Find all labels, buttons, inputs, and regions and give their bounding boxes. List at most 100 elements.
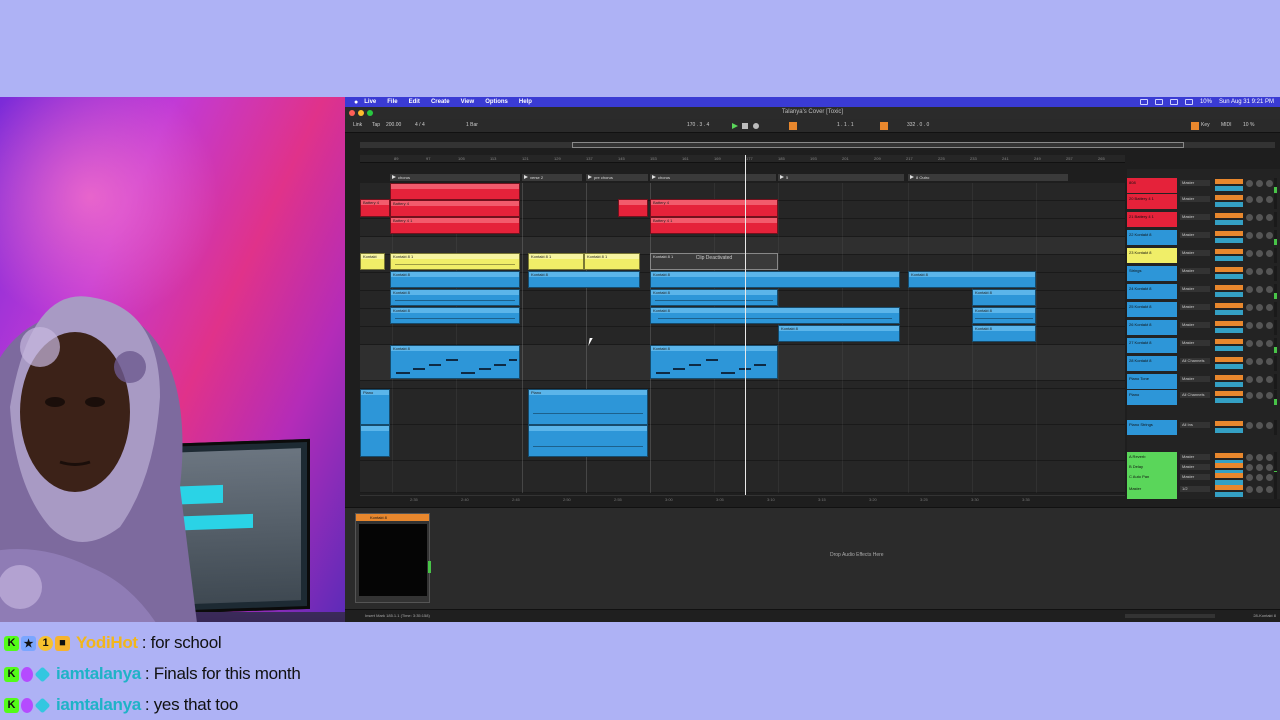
clip-blue[interactable]: Piano	[528, 389, 648, 425]
track-button[interactable]	[1266, 464, 1273, 471]
volume-field[interactable]	[1215, 231, 1243, 236]
mixer-track[interactable]: 20 Battery 4 1 Master	[1127, 193, 1280, 210]
track-name[interactable]: 25 Kontakt 8	[1127, 302, 1177, 317]
locator[interactable]: verse 2	[522, 174, 582, 181]
track-button[interactable]	[1246, 196, 1253, 203]
track-button[interactable]	[1256, 268, 1263, 275]
track-button[interactable]	[1256, 454, 1263, 461]
key-button[interactable]: Key	[1201, 122, 1210, 128]
track-button[interactable]	[1266, 376, 1273, 383]
output-select[interactable]: All Channels	[1180, 392, 1210, 398]
volume-field[interactable]	[1215, 249, 1243, 254]
overdub-icon[interactable]	[789, 122, 797, 130]
track-button[interactable]	[1256, 286, 1263, 293]
volume-field[interactable]	[1215, 179, 1243, 184]
volume-field[interactable]	[1215, 267, 1243, 272]
menu-options[interactable]: Options	[485, 99, 508, 105]
output-select[interactable]: Master	[1180, 464, 1210, 470]
pan-field[interactable]	[1215, 202, 1243, 207]
arrangement-view[interactable]: Battery 4 Battery 4 Battery 4 1 Battery …	[360, 183, 1125, 493]
volume-field[interactable]	[1215, 303, 1243, 308]
track-button[interactable]	[1256, 304, 1263, 311]
clock[interactable]: Sun Aug 31 9:21 PM	[1219, 99, 1274, 105]
track-name[interactable]: Piano Tone	[1127, 374, 1177, 389]
clip-red[interactable]: Battery 4 1	[390, 217, 520, 234]
mixer-track[interactable]: 28 Kontakt 8 All Channels	[1127, 355, 1280, 372]
locator[interactable]: 8 Outro	[908, 174, 1068, 181]
clip-blue[interactable]: Kontakt 8	[908, 271, 1036, 288]
clip-blue[interactable]: Kontakt 8	[650, 307, 900, 324]
track-button[interactable]	[1266, 486, 1273, 493]
clip-blue[interactable]: Kontakt 8	[528, 271, 640, 288]
chat-username[interactable]: YodiHot	[76, 633, 138, 653]
output-select[interactable]: Master	[1180, 322, 1210, 328]
device-kontakt[interactable]: Kontakt 8	[355, 513, 431, 603]
mixer-track[interactable]: Piano Strings All Ins	[1127, 419, 1280, 436]
mixer-track[interactable]: Strings Master	[1127, 265, 1280, 282]
track-button[interactable]	[1246, 392, 1253, 399]
track-button[interactable]	[1246, 422, 1253, 429]
output-select[interactable]: Master	[1180, 376, 1210, 382]
track-button[interactable]	[1266, 340, 1273, 347]
output-select[interactable]: Master	[1180, 304, 1210, 310]
track-button[interactable]	[1246, 340, 1253, 347]
pan-field[interactable]	[1215, 292, 1243, 297]
pan-field[interactable]	[1215, 186, 1243, 191]
drop-zone-text[interactable]: Drop Audio Effects Here	[830, 552, 884, 558]
clip-blue[interactable]: Piano	[360, 389, 390, 425]
output-select[interactable]: Master	[1180, 268, 1210, 274]
output-select[interactable]: Master	[1180, 250, 1210, 256]
zoom-slider[interactable]	[1125, 614, 1215, 618]
mixer-track[interactable]: 808 Master	[1127, 177, 1280, 194]
quantize-select[interactable]: 1 Bar	[466, 122, 478, 128]
track-button[interactable]	[1266, 196, 1273, 203]
output-select[interactable]: Master	[1180, 180, 1210, 186]
midi-button[interactable]: MIDI	[1221, 122, 1232, 128]
chat-username[interactable]: iamtalanya	[56, 695, 141, 715]
clip-blue[interactable]: Kontakt 8	[390, 307, 520, 324]
mixer-track[interactable]: Piano All Channels	[1127, 389, 1280, 406]
track-button[interactable]	[1266, 322, 1273, 329]
clip-blue[interactable]	[528, 425, 648, 457]
clip-blue[interactable]	[360, 425, 390, 457]
volume-field[interactable]	[1215, 421, 1243, 426]
pan-field[interactable]	[1215, 220, 1243, 225]
volume-field[interactable]	[1215, 485, 1243, 490]
track-name[interactable]: 24 Kontakt 8	[1127, 284, 1177, 299]
track-lane[interactable]	[360, 425, 1125, 461]
track-name[interactable]: 27 Kontakt 8	[1127, 338, 1177, 353]
track-name[interactable]: Piano	[1127, 390, 1177, 405]
track-button[interactable]	[1266, 454, 1273, 461]
track-button[interactable]	[1246, 232, 1253, 239]
track-name[interactable]: 23 Kontakt 8	[1127, 248, 1177, 263]
track-name[interactable]: 26 Kontakt 8	[1127, 320, 1177, 335]
track-lane[interactable]	[360, 381, 1125, 389]
clip-red[interactable]	[390, 183, 520, 200]
stop-icon[interactable]	[742, 123, 748, 129]
track-button[interactable]	[1256, 180, 1263, 187]
locator[interactable]: chorus	[390, 174, 520, 181]
track-button[interactable]	[1246, 486, 1253, 493]
pan-field[interactable]	[1215, 310, 1243, 315]
pan-field[interactable]	[1215, 382, 1243, 387]
track-button[interactable]	[1246, 268, 1253, 275]
mixer-track[interactable]: 22 Kontakt 8 Master	[1127, 229, 1280, 246]
loop-icon[interactable]	[880, 122, 888, 130]
output-select[interactable]: Master	[1180, 474, 1210, 480]
locator[interactable]: pre chorus	[586, 174, 648, 181]
volume-field[interactable]	[1215, 391, 1243, 396]
track-name[interactable]: Master	[1127, 484, 1177, 499]
chat-username[interactable]: iamtalanya	[56, 664, 141, 684]
volume-field[interactable]	[1215, 339, 1243, 344]
mixer-track[interactable]: 27 Kontakt 8 Master	[1127, 337, 1280, 354]
tap-button[interactable]: Tap	[372, 122, 380, 128]
track-button[interactable]	[1256, 422, 1263, 429]
track-button[interactable]	[1246, 250, 1253, 257]
time-ruler[interactable]: 2:35 2:40 2:45 2:50 2:55 3:00 3:05 3:10 3:15 3:20…	[360, 495, 1125, 503]
volume-field[interactable]	[1215, 357, 1243, 362]
clip-red[interactable]: Battery 4 1	[650, 217, 778, 234]
battery-percent[interactable]: 10%	[1200, 99, 1212, 105]
volume-field[interactable]	[1215, 285, 1243, 290]
volume-field[interactable]	[1215, 463, 1243, 468]
loop-length[interactable]: 332 . 0 . 0	[907, 122, 929, 128]
